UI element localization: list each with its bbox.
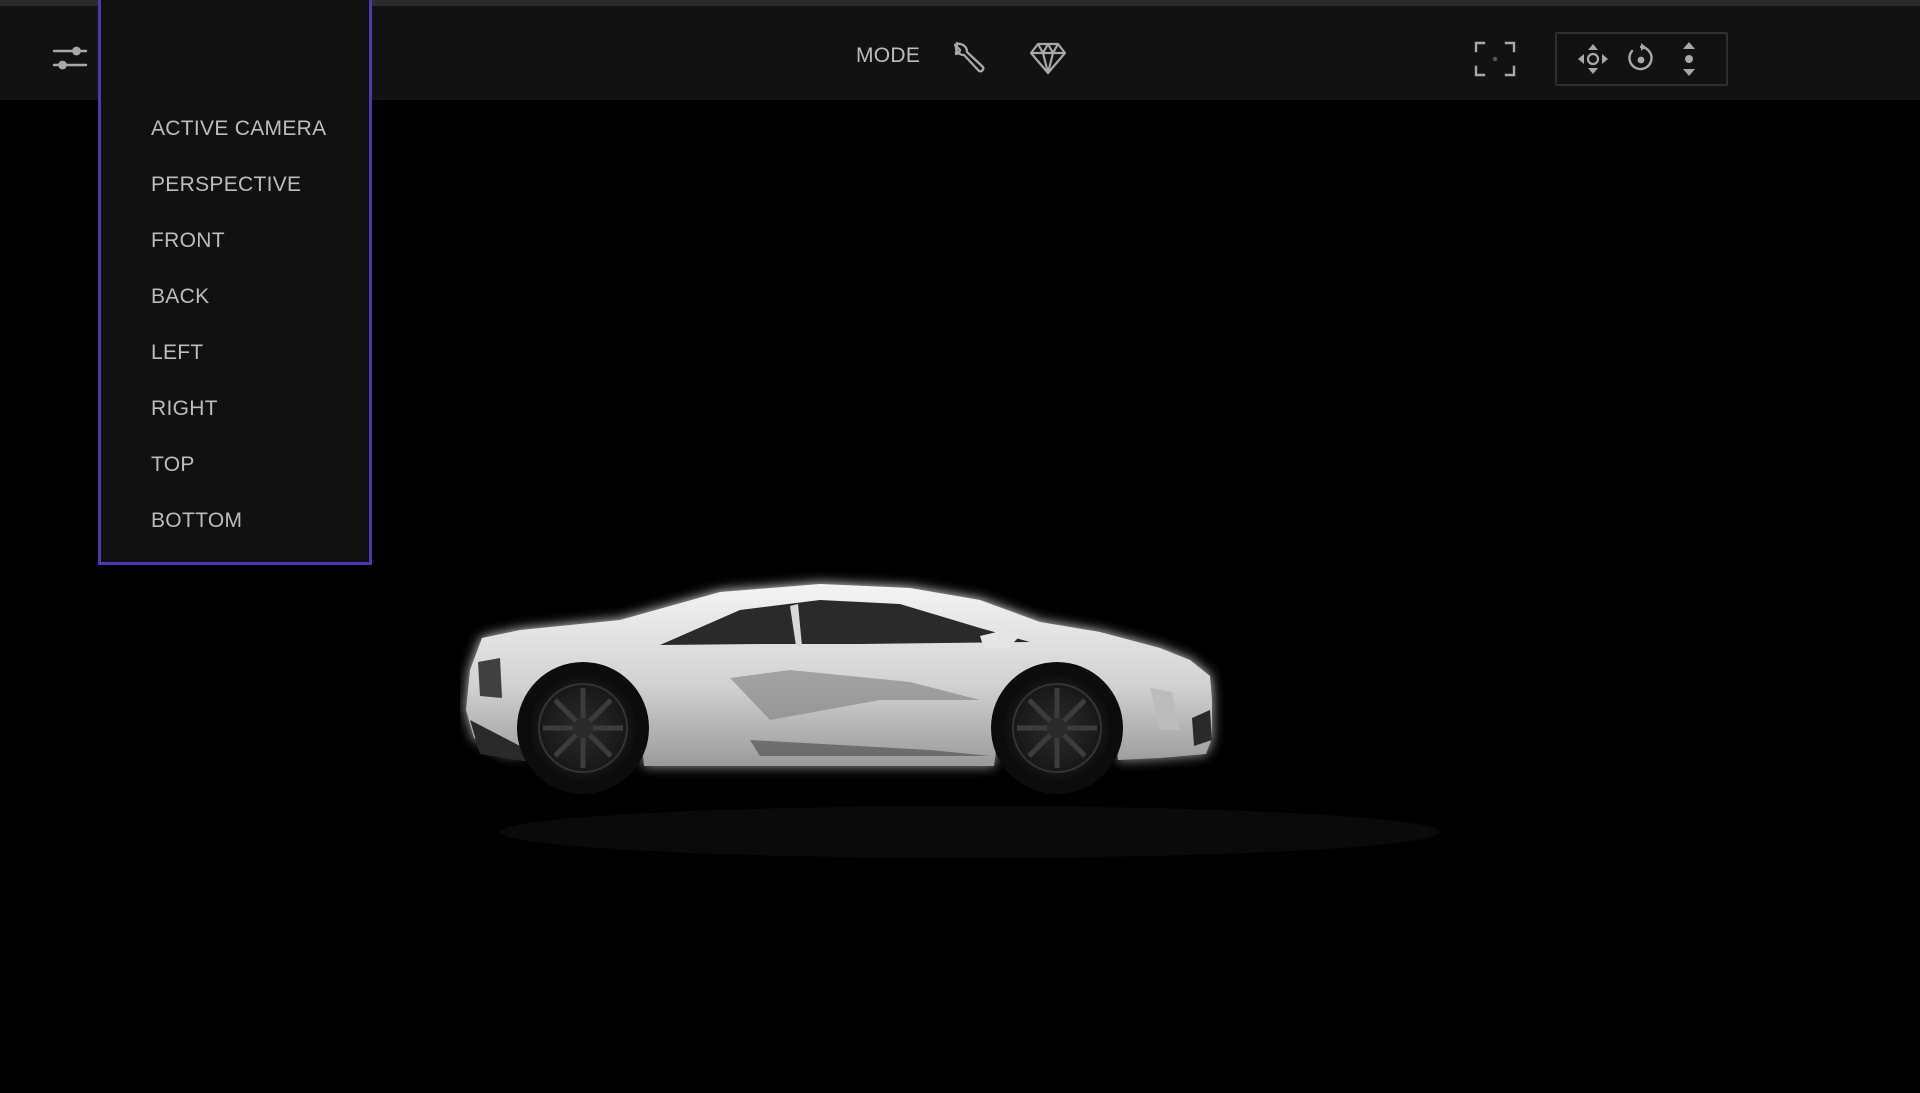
view-select-value: LEFT [153, 44, 205, 67]
wrench-icon[interactable] [946, 36, 990, 80]
mode-label: MODE [856, 44, 921, 67]
sliders-icon[interactable] [48, 36, 92, 80]
toolbar: LEFT MODE [0, 6, 1920, 100]
app: LEFT MODE ACTIVE CAMERA PERSPECTIVE FRON… [0, 0, 1920, 1093]
frame-icon[interactable] [1472, 36, 1518, 82]
orbit-icon[interactable] [1621, 39, 1661, 79]
view-select[interactable]: LEFT [143, 39, 361, 73]
car-model [466, 584, 1440, 858]
pan-icon[interactable] [1573, 39, 1613, 79]
3d-viewport[interactable] [0, 100, 1920, 1093]
navigation-tools [1555, 32, 1728, 86]
dolly-icon[interactable] [1669, 39, 1709, 79]
chevron-down-icon [333, 47, 351, 65]
diamond-icon[interactable] [1026, 36, 1070, 80]
